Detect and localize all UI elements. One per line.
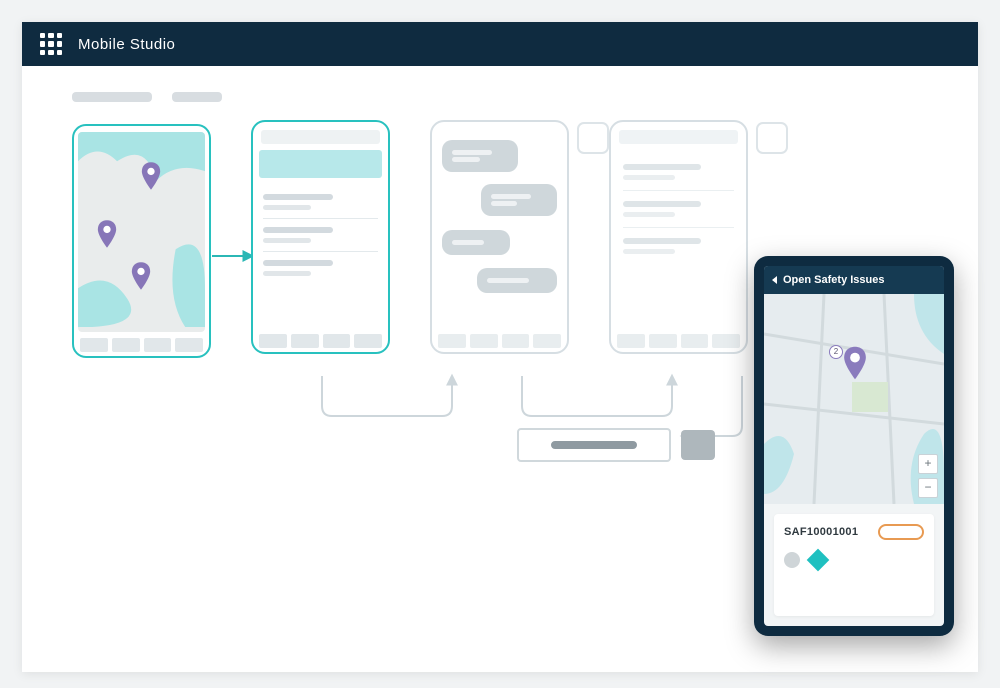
pin-count-badge: 2	[829, 345, 843, 359]
app-title: Mobile Studio	[78, 36, 175, 53]
node-options-chip[interactable]	[756, 122, 788, 154]
nav-bar-placeholder	[80, 338, 203, 352]
nav-bar-placeholder	[259, 334, 382, 348]
record-id: SAF10001001	[784, 526, 858, 538]
back-icon[interactable]	[772, 276, 777, 284]
flow-node-chat[interactable]	[430, 120, 569, 354]
status-badge	[878, 524, 924, 540]
app-launcher-icon[interactable]	[40, 33, 62, 55]
action-control	[517, 428, 715, 462]
record-card[interactable]: SAF10001001	[774, 514, 934, 616]
device-preview: Open Safety Issues 2 +	[754, 256, 954, 636]
flow-node-detail-group	[609, 120, 748, 354]
flow-node-list[interactable]	[251, 120, 390, 354]
map-pin-icon	[130, 262, 152, 290]
flow-node-detail[interactable]	[609, 120, 748, 354]
flow-node-map[interactable]	[72, 124, 211, 358]
device-title: Open Safety Issues	[783, 274, 885, 286]
flow-node-chat-group	[430, 120, 569, 354]
category-diamond-icon	[807, 549, 830, 572]
status-dot-icon	[784, 552, 800, 568]
node-options-chip[interactable]	[577, 122, 609, 154]
app-header: Mobile Studio	[22, 22, 978, 66]
device-map[interactable]: 2 + −	[764, 294, 944, 504]
action-run-button[interactable]	[681, 430, 715, 460]
device-header: Open Safety Issues	[764, 266, 944, 294]
nav-bar-placeholder	[438, 334, 561, 348]
map-zoom-controls: + −	[918, 454, 938, 498]
toolbar-placeholder	[72, 92, 928, 102]
map-pin-icon	[96, 220, 118, 248]
map-thumbnail	[78, 132, 205, 332]
zoom-in-button[interactable]: +	[918, 454, 938, 474]
action-pill[interactable]	[517, 428, 671, 462]
map-pin-icon	[140, 162, 162, 190]
nav-bar-placeholder	[617, 334, 740, 348]
zoom-out-button[interactable]: −	[918, 478, 938, 498]
